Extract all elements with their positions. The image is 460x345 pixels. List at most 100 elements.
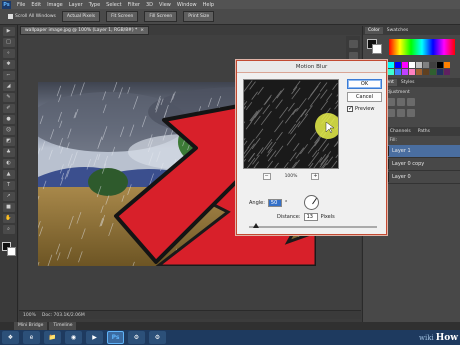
- tools-panel: ▶ □ ∘ ✱ ⌐ ◢ ✎ ✐ ● ☹ ◩ ♣ ◐ ▲ T ↗ ■ ✋ ⌕: [0, 25, 18, 323]
- swatch-color[interactable]: [437, 69, 443, 75]
- blur-preview[interactable]: [243, 79, 339, 169]
- color-panel: [363, 35, 460, 59]
- tab-color[interactable]: Color: [365, 27, 383, 34]
- background-color-swatch[interactable]: [6, 247, 16, 256]
- tool-button[interactable]: ↗: [2, 192, 15, 201]
- angle-input[interactable]: 50: [267, 198, 282, 207]
- tool-button[interactable]: ◩: [2, 137, 15, 146]
- swatch-color[interactable]: [388, 62, 394, 68]
- print-size-button[interactable]: Print Size: [183, 11, 215, 22]
- menu-edit[interactable]: Edit: [31, 2, 41, 8]
- menu-filter[interactable]: Filter: [128, 2, 140, 8]
- color-spectrum[interactable]: [389, 39, 455, 55]
- menu-select[interactable]: Select: [106, 2, 121, 8]
- tool-button[interactable]: ●: [2, 115, 15, 124]
- menu-image[interactable]: Image: [47, 2, 63, 8]
- chrome-icon[interactable]: ◉: [65, 331, 82, 344]
- channel-mixer-icon[interactable]: [407, 109, 415, 117]
- tab-channels[interactable]: Channels: [387, 128, 414, 135]
- zoom-out-button[interactable]: −: [262, 173, 271, 180]
- color-panel-background[interactable]: [372, 44, 382, 54]
- swatch-color[interactable]: [395, 62, 401, 68]
- checkbox-icon: [8, 14, 13, 19]
- options-bar: Scroll All Windows Actual Pixels Fit Scr…: [0, 9, 460, 25]
- menu-3d[interactable]: 3D: [146, 2, 153, 8]
- menu-layer[interactable]: Layer: [69, 2, 83, 8]
- menu-window[interactable]: Window: [177, 2, 197, 8]
- actual-pixels-button[interactable]: Actual Pixels: [61, 11, 101, 22]
- media-player-icon[interactable]: ▶: [86, 331, 103, 344]
- file-explorer-icon[interactable]: 📁: [44, 331, 61, 344]
- tool-button[interactable]: □: [2, 38, 15, 47]
- menu-view[interactable]: View: [159, 2, 171, 8]
- ok-button[interactable]: OK: [347, 79, 382, 89]
- preview-checkbox[interactable]: ✓ Preview: [347, 106, 374, 112]
- vibrance-icon[interactable]: [407, 98, 415, 106]
- slider-handle[interactable]: [253, 223, 259, 228]
- exposure-icon[interactable]: [397, 98, 405, 106]
- foreground-background-colors[interactable]: [1, 242, 16, 256]
- scroll-all-windows-checkbox[interactable]: Scroll All Windows: [8, 14, 56, 19]
- swatch-color[interactable]: [430, 62, 436, 68]
- swatch-color[interactable]: [437, 62, 443, 68]
- tab-paths[interactable]: Paths: [415, 128, 433, 135]
- photo-filter-icon[interactable]: [397, 109, 405, 117]
- menu-file[interactable]: File: [17, 2, 25, 8]
- app-icon[interactable]: ⚙: [128, 331, 145, 344]
- curves-icon[interactable]: [387, 98, 395, 106]
- tool-button[interactable]: ♣: [2, 148, 15, 157]
- swatch-color[interactable]: [409, 69, 415, 75]
- swatch-color[interactable]: [388, 69, 394, 75]
- swatch-color[interactable]: [444, 69, 450, 75]
- tab-styles[interactable]: Styles: [398, 79, 418, 86]
- tab-timeline[interactable]: Timeline: [49, 322, 77, 330]
- tool-button[interactable]: ∘: [2, 49, 15, 58]
- tool-button[interactable]: ▶: [2, 27, 15, 36]
- zoom-level[interactable]: 100%: [23, 313, 36, 318]
- distance-slider[interactable]: [249, 223, 377, 228]
- swatch-color[interactable]: [409, 62, 415, 68]
- tool-button[interactable]: ◐: [2, 159, 15, 168]
- black-white-icon[interactable]: [387, 109, 395, 117]
- swatch-color[interactable]: [423, 62, 429, 68]
- zoom-in-button[interactable]: +: [311, 173, 320, 180]
- tool-button[interactable]: T: [2, 181, 15, 190]
- tab-mini-bridge[interactable]: Mini Bridge: [14, 322, 48, 330]
- app-icon[interactable]: ⚙: [149, 331, 166, 344]
- dialog-title-bar[interactable]: Motion Blur: [237, 61, 386, 73]
- tool-button[interactable]: ◢: [2, 82, 15, 91]
- tab-swatches[interactable]: Swatches: [384, 27, 412, 34]
- tool-button[interactable]: ☹: [2, 126, 15, 135]
- swatch-color[interactable]: [416, 62, 422, 68]
- distance-input[interactable]: 13: [303, 213, 318, 221]
- swatch-color[interactable]: [444, 62, 450, 68]
- cancel-button[interactable]: Cancel: [347, 92, 382, 102]
- swatch-color[interactable]: [402, 62, 408, 68]
- tool-button[interactable]: ✐: [2, 104, 15, 113]
- document-tab[interactable]: wallpaper image.jpg @ 100% (Layer 1, RGB…: [20, 26, 150, 35]
- menu-type[interactable]: Type: [89, 2, 100, 8]
- tool-button[interactable]: ⌕: [2, 225, 15, 234]
- swatch-color[interactable]: [395, 69, 401, 75]
- swatch-color[interactable]: [402, 69, 408, 75]
- close-icon[interactable]: ×: [140, 28, 144, 33]
- tool-button[interactable]: ✱: [2, 60, 15, 69]
- actions-panel-icon[interactable]: [348, 52, 358, 60]
- angle-dial[interactable]: [304, 195, 320, 210]
- menu-help[interactable]: Help: [203, 2, 214, 8]
- start-button-icon[interactable]: ❖: [2, 331, 19, 344]
- tool-button[interactable]: ⌐: [2, 71, 15, 80]
- tool-button[interactable]: ▲: [2, 170, 15, 179]
- internet-explorer-icon[interactable]: e: [23, 331, 40, 344]
- swatch-color[interactable]: [423, 69, 429, 75]
- tool-button[interactable]: ■: [2, 203, 15, 212]
- tool-button[interactable]: ✎: [2, 93, 15, 102]
- swatch-color[interactable]: [430, 69, 436, 75]
- fill-screen-button[interactable]: Fill Screen: [144, 11, 178, 22]
- tool-button[interactable]: ✋: [2, 214, 15, 223]
- photoshop-taskbar-icon[interactable]: Ps: [107, 331, 124, 344]
- fit-screen-button[interactable]: Fit Screen: [106, 11, 139, 22]
- swatch-color[interactable]: [416, 69, 422, 75]
- history-panel-icon[interactable]: [348, 40, 358, 48]
- blur-preview-image: [244, 80, 338, 168]
